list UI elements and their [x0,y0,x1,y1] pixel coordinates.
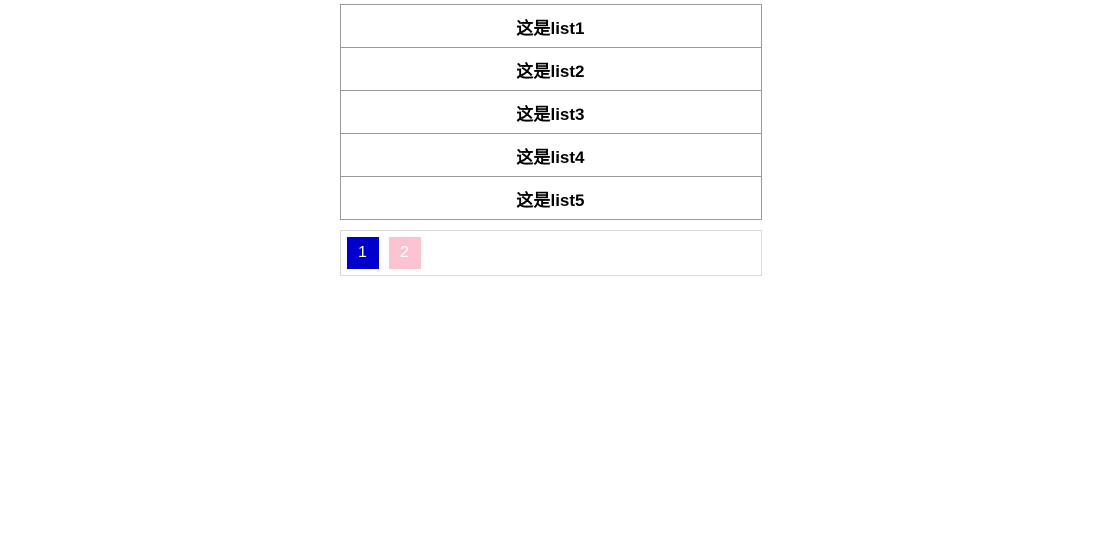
list-item-label: 这是list2 [516,57,584,82]
list-item: 这是list2 [341,48,761,91]
pagination: 1 2 [340,230,762,276]
page-button-label: 2 [400,244,409,262]
list-item: 这是list4 [341,134,761,177]
list-item: 这是list5 [341,177,761,220]
list: 这是list1 这是list2 这是list3 这是list4 这是list5 [340,4,762,220]
page-button-2[interactable]: 2 [389,237,421,269]
list-item: 这是list1 [341,5,761,48]
list-item-label: 这是list1 [516,14,584,39]
list-item-label: 这是list3 [516,100,584,125]
list-item-label: 这是list5 [516,186,584,211]
list-item-label: 这是list4 [516,143,584,168]
page-button-label: 1 [358,244,367,262]
list-item: 这是list3 [341,91,761,134]
main-container: 这是list1 这是list2 这是list3 这是list4 这是list5 … [340,4,762,276]
page-button-1[interactable]: 1 [347,237,379,269]
